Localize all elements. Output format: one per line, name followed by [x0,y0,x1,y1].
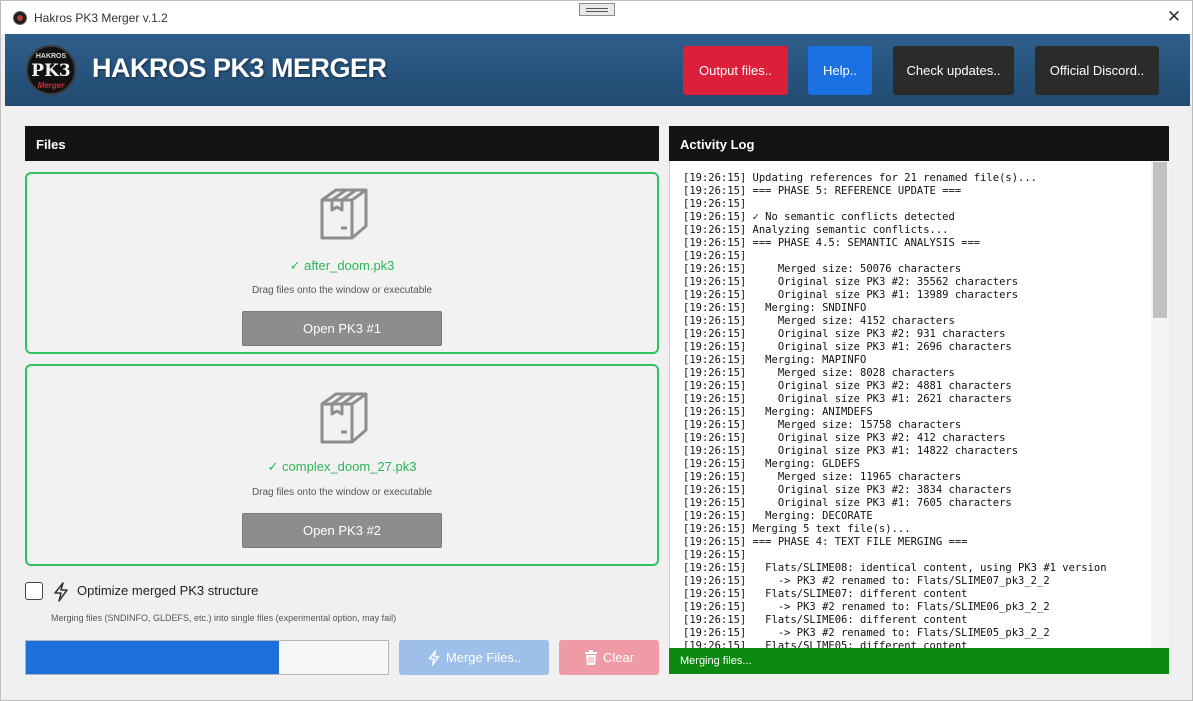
optimize-option-description: Merging files (SNDINFO, GLDEFS, etc.) in… [51,613,397,623]
close-icon[interactable]: ✕ [1164,7,1184,27]
log-line: [19:26:15] Flats/SLIME08: identical cont… [683,562,1107,574]
clear-button[interactable]: Clear [559,640,659,675]
status-bar: Merging files... [669,648,1169,674]
merge-progress-bar [25,640,389,675]
window-title: Hakros PK3 Merger v.1.2 [34,11,168,25]
log-line: [19:26:15] Original size PK3 #1: 14822 c… [683,445,1019,457]
app-name-heading: HAKROS PK3 MERGER [92,53,387,83]
merge-files-label: Merge Files.. [445,650,522,665]
log-line: [19:26:15] Flats/SLIME05: different cont… [683,640,968,648]
app-logo: HAKROS PK3 Merger [26,45,76,95]
log-line: [19:26:15] Analyzing semantic conflicts.… [683,224,949,236]
logo-middle-text: PK3 [31,61,71,81]
log-line: [19:26:15] Flats/SLIME07: different cont… [683,588,968,600]
log-lines: [19:26:15] Updating references for 21 re… [683,172,1150,648]
log-line: [19:26:15] Merged size: 8028 characters [683,367,955,379]
log-line: [19:26:15] -> PK3 #2 renamed to: Flats/S… [683,575,1050,587]
app-icon [13,11,27,25]
trash-icon [584,650,597,665]
merge-files-button[interactable]: Merge Files.. [399,640,549,675]
optimize-checkbox[interactable] [25,582,43,600]
log-line: [19:26:15] Merged size: 11965 characters [683,471,962,483]
official-discord-button[interactable]: Official Discord.. [1035,46,1159,95]
title-bar: Hakros PK3 Merger v.1.2 ✕ [1,1,1192,34]
log-line: [19:26:15] -> PK3 #2 renamed to: Flats/S… [683,627,1050,639]
log-line: [19:26:15] [683,250,747,262]
open-pk3-1-button[interactable]: Open PK3 #1 [242,311,442,346]
logo-top-text: HAKROS [35,53,67,60]
log-line: [19:26:15] -> PK3 #2 renamed to: Flats/S… [683,601,1050,613]
log-line: [19:26:15] [683,198,747,210]
package-icon [320,392,368,444]
bolt-icon [54,582,68,602]
drag-hint-text: Drag files onto the window or executable [251,487,433,498]
activity-log-textarea[interactable]: [19:26:15] Updating references for 21 re… [669,161,1169,648]
bolt-icon [428,649,440,666]
log-line: [19:26:15] Original size PK3 #1: 7605 ch… [683,497,1012,509]
log-line: [19:26:15] Merging: GLDEFS [683,458,861,470]
progress-bar-fill [26,641,280,674]
pk3-drop-zone-1[interactable]: ✓ after_doom.pk3 Drag files onto the win… [25,172,659,354]
log-line: [19:26:15] Merging: DECORATE [683,510,873,522]
log-scrollbar[interactable] [1151,161,1169,648]
log-line: [19:26:15] Merging 5 text file(s)... [683,523,911,535]
drag-grip-handle[interactable] [579,3,615,16]
loaded-file-name: ✓ after_doom.pk3 [289,258,395,273]
output-files-button[interactable]: Output files.. [683,46,788,95]
log-line: [19:26:15] Merged size: 50076 characters [683,263,962,275]
log-line: [19:26:15] Updating references for 21 re… [683,172,1038,184]
log-line: [19:26:15] Original size PK3 #2: 3834 ch… [683,484,1012,496]
files-panel-header: Files [25,126,659,161]
header-banner: HAKROS PK3 Merger HAKROS PK3 MERGER Outp… [5,34,1190,106]
log-line: [19:26:15] ✓ No semantic conflicts detec… [683,211,955,223]
open-pk3-2-button[interactable]: Open PK3 #2 [242,513,442,548]
app-window: Hakros PK3 Merger v.1.2 ✕ HAKROS PK3 Mer… [0,0,1193,701]
log-line: [19:26:15] Original size PK3 #1: 2621 ch… [683,393,1012,405]
log-line: [19:26:15] Merging: SNDINFO [683,302,867,314]
log-line: [19:26:15] === PHASE 4: TEXT FILE MERGIN… [683,536,968,548]
log-line: [19:26:15] Merging: MAPINFO [683,354,867,366]
package-icon [320,188,368,240]
log-line: [19:26:15] Original size PK3 #2: 35562 c… [683,276,1019,288]
log-line: [19:26:15] === PHASE 4.5: SEMANTIC ANALY… [683,237,981,249]
log-scrollbar-thumb[interactable] [1153,162,1167,318]
loaded-file-name: ✓ complex_doom_27.pk3 [267,459,417,474]
logo-bottom-text: Merger [37,81,65,90]
check-updates-button[interactable]: Check updates.. [893,46,1014,95]
log-line: [19:26:15] Merged size: 15758 characters [683,419,962,431]
log-line: [19:26:15] Merging: ANIMDEFS [683,406,873,418]
log-line: [19:26:15] Original size PK3 #2: 931 cha… [683,328,1006,340]
log-line: [19:26:15] Merged size: 4152 characters [683,315,955,327]
drag-hint-text: Drag files onto the window or executable [251,285,433,296]
log-line: [19:26:15] [683,549,747,561]
pk3-drop-zone-2[interactable]: ✓ complex_doom_27.pk3 Drag files onto th… [25,364,659,566]
log-line: [19:26:15] Flats/SLIME06: different cont… [683,614,968,626]
optimize-option-label: Optimize merged PK3 structure [77,583,259,598]
log-line: [19:26:15] Original size PK3 #1: 2696 ch… [683,341,1012,353]
log-line: [19:26:15] Original size PK3 #1: 13989 c… [683,289,1019,301]
activity-log-header: Activity Log [669,126,1169,161]
clear-label: Clear [602,650,635,665]
help-button[interactable]: Help.. [808,46,872,95]
log-line: [19:26:15] Original size PK3 #2: 412 cha… [683,432,1006,444]
log-line: [19:26:15] === PHASE 5: REFERENCE UPDATE… [683,185,962,197]
log-line: [19:26:15] Original size PK3 #2: 4881 ch… [683,380,1012,392]
